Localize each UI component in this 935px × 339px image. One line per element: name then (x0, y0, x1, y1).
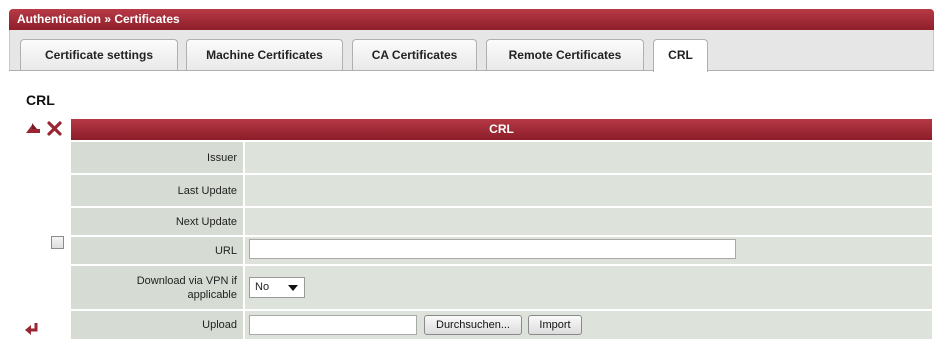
download-vpn-cell: No (245, 266, 932, 309)
download-vpn-label: Download via VPN if applicable (71, 266, 243, 309)
delete-x-icon[interactable] (46, 120, 63, 137)
upload-file-input[interactable] (249, 315, 417, 335)
tab-certificate-settings[interactable]: Certificate settings (20, 39, 178, 70)
upload-label: Upload (71, 311, 243, 339)
tab-crl[interactable]: CRL (653, 39, 708, 72)
table-row-issuer: Issuer (71, 142, 932, 173)
tab-machine-certificates[interactable]: Machine Certificates (186, 39, 343, 70)
import-button[interactable]: Import (528, 315, 582, 335)
return-arrow-icon[interactable] (24, 321, 40, 337)
table-row-download-vpn: Download via VPN if applicable No (71, 266, 932, 309)
last-update-value (245, 175, 932, 206)
upload-cell: Durchsuchen... Import (245, 311, 932, 339)
next-update-label: Next Update (71, 208, 243, 235)
window-titlebar: Authentication » Certificates (9, 9, 934, 30)
download-vpn-label-text: Download via VPN if applicable (136, 274, 237, 301)
page-title: CRL (26, 92, 55, 108)
browse-button[interactable]: Durchsuchen... (424, 315, 522, 335)
save-arrow-icon[interactable] (24, 121, 42, 137)
table-row-last-update: Last Update (71, 175, 932, 206)
tab-label: Machine Certificates (206, 48, 323, 62)
url-label: URL (71, 237, 243, 264)
url-cell (245, 237, 932, 264)
table-row-upload: Upload Durchsuchen... Import (71, 311, 932, 339)
download-vpn-selected: No (255, 281, 270, 293)
tab-label: CA Certificates (371, 48, 458, 62)
issuer-value (245, 142, 932, 173)
last-update-label: Last Update (71, 175, 243, 206)
issuer-label: Issuer (71, 142, 243, 173)
tab-label: Remote Certificates (508, 48, 622, 62)
tab-label: Certificate settings (44, 48, 154, 62)
table-header: CRL (71, 119, 932, 140)
table-row-url: URL (71, 237, 932, 264)
tab-remote-certificates[interactable]: Remote Certificates (486, 39, 644, 70)
chevron-down-icon (288, 285, 298, 291)
row-select-checkbox[interactable] (51, 236, 64, 249)
table-row-next-update: Next Update (71, 208, 932, 235)
download-vpn-select[interactable]: No (249, 277, 305, 298)
breadcrumb: Authentication » Certificates (17, 12, 180, 26)
url-input[interactable] (249, 239, 736, 259)
next-update-value (245, 208, 932, 235)
tab-label: CRL (668, 48, 693, 62)
tab-ca-certificates[interactable]: CA Certificates (352, 39, 477, 70)
